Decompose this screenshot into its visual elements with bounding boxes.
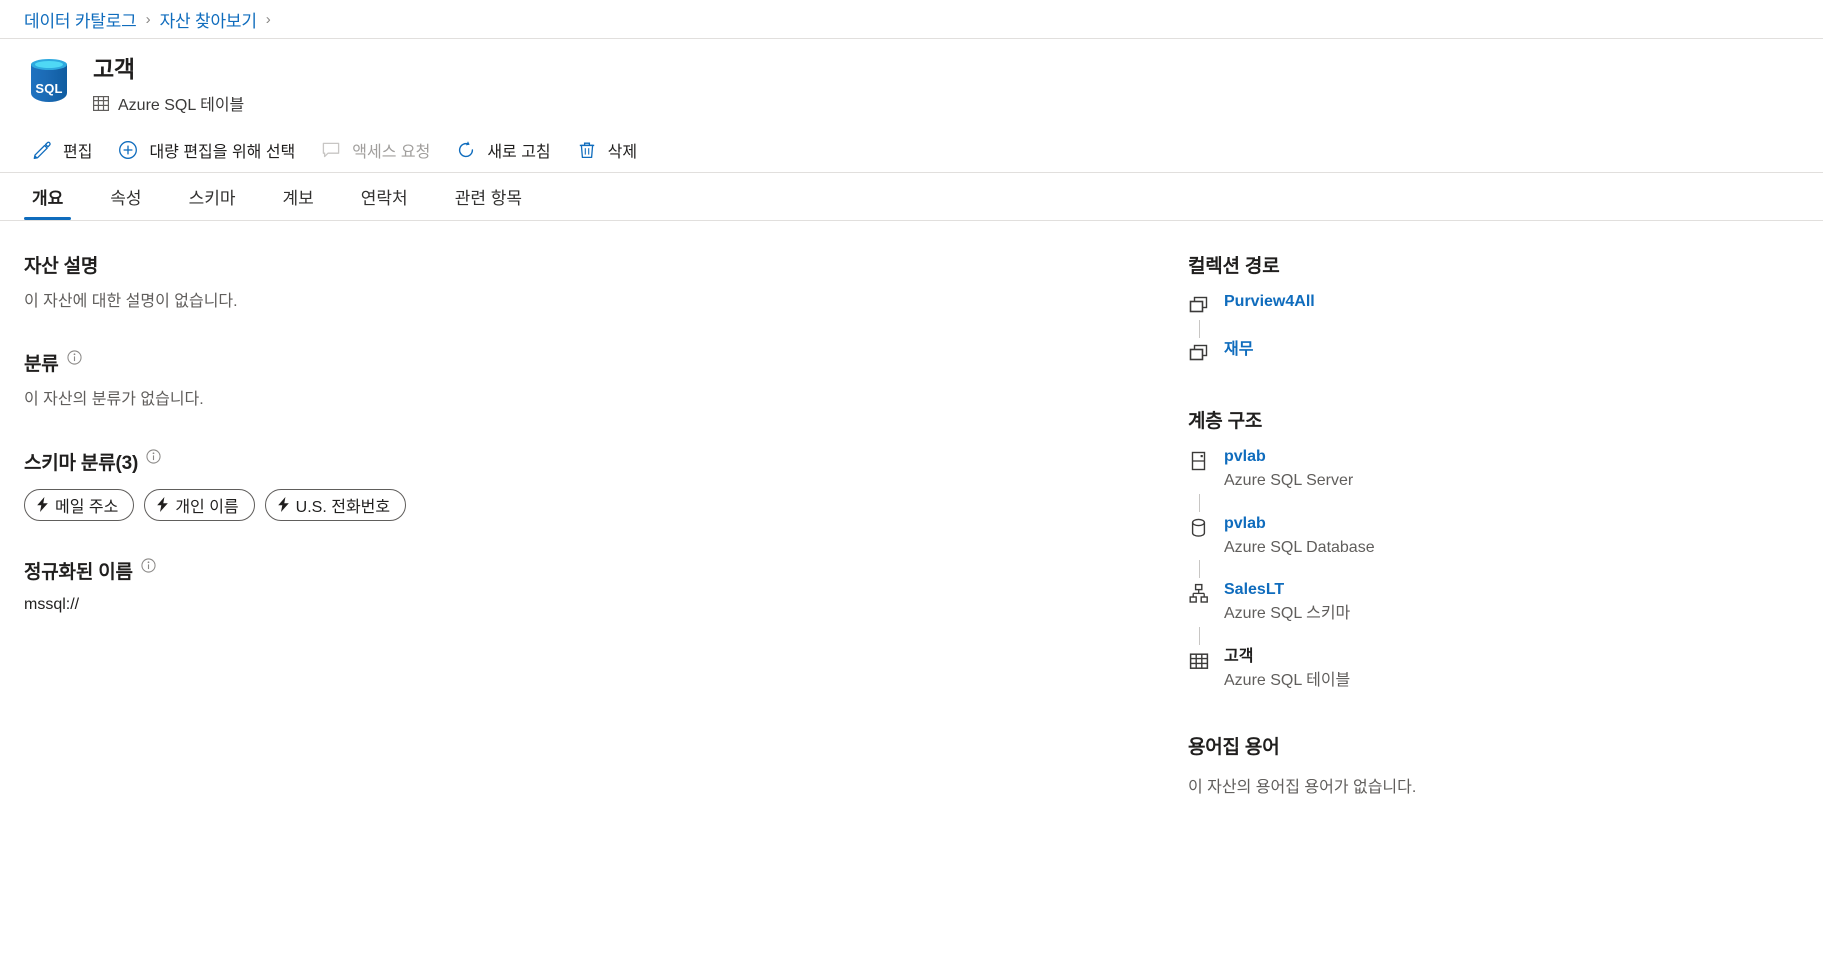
hierarchy-link-server[interactable]: pvlab (1224, 447, 1353, 468)
qualified-name-section: 정규화된 이름 mssql:// (24, 557, 1170, 614)
delete-button[interactable]: 삭제 (567, 133, 647, 167)
asset-type-label: Azure SQL 테이블 (118, 97, 245, 115)
classification-pill-label: 개인 이름 (175, 498, 239, 516)
refresh-button[interactable]: 새로 고침 (446, 133, 560, 167)
bolt-icon (157, 497, 169, 512)
info-icon[interactable] (66, 350, 82, 365)
pencil-icon (33, 141, 51, 160)
hierarchy-node-server[interactable]: pvlab Azure SQL Server (1188, 447, 1770, 492)
glossary-empty-text: 이 자산의 용어집 용어가 없습니다. (1188, 778, 1417, 796)
tab-contacts[interactable]: 연락처 (351, 184, 418, 220)
collection-path-link[interactable]: Purview4All (1224, 292, 1315, 313)
bulk-edit-button[interactable]: 대량 편집을 위해 선택 (108, 133, 305, 167)
breadcrumb-item-data-catalog[interactable]: 데이터 카탈로그 (24, 7, 137, 32)
classification-title-label: 분류 (24, 354, 59, 376)
classification-pill-label: 메일 주소 (55, 498, 119, 516)
tree-connector (1188, 560, 1210, 579)
info-icon[interactable] (141, 557, 156, 573)
schema-icon (1189, 584, 1208, 604)
classification-pill[interactable]: 메일 주소 (24, 488, 135, 521)
hierarchy-subtitle-schema: Azure SQL 스키마 (1224, 605, 1351, 623)
hierarchy-subtitle-table: Azure SQL 테이블 (1224, 671, 1351, 689)
collection-path-node[interactable]: 재무 (1188, 340, 1770, 366)
classification-empty: 이 자산의 분류가 없습니다. (24, 391, 204, 409)
glossary-title: 용어집 용어 (1188, 736, 1280, 758)
glossary-section: 용어집 용어 이 자산의 용어집 용어가 없습니다. (1188, 732, 1770, 797)
tree-connector (1188, 626, 1210, 645)
database-icon (1191, 518, 1206, 537)
collection-icon (1189, 344, 1208, 361)
info-icon[interactable] (146, 448, 161, 464)
classification-pill-label: U.S. 전화번호 (295, 498, 391, 516)
hierarchy-link-schema[interactable]: SalesLT (1224, 580, 1350, 601)
azure-sql-icon: SQL (24, 58, 74, 108)
hierarchy-link-database[interactable]: pvlab (1224, 514, 1375, 535)
refresh-icon (459, 141, 474, 158)
edit-button-label: 편집 (63, 144, 93, 162)
hierarchy-title: 계층 구조 (1188, 411, 1263, 433)
delete-button-label: 삭제 (607, 144, 638, 162)
breadcrumb-chevron-icon: › (145, 10, 151, 28)
azure-sql-icon-label: SQL (35, 81, 63, 96)
asset-description-section: 자산 설명 이 자산에 대한 설명이 없습니다. (24, 251, 1170, 313)
collection-path-section: 컬렉션 경로 Purview4All 재무 (1188, 251, 1770, 366)
collection-path-title: 컬렉션 경로 (1188, 256, 1280, 278)
qualified-name-title: 정규화된 이름 (24, 557, 1170, 584)
breadcrumb-item-browse-assets[interactable]: 자산 찾아보기 (160, 7, 257, 32)
tree-connector (1188, 320, 1210, 339)
breadcrumb-chevron-icon-2: › (265, 10, 271, 28)
table-grid-icon (93, 95, 109, 111)
schema-classification-title: 스키마 분류(3) (24, 448, 1170, 475)
collection-path-link[interactable]: 재무 (1224, 340, 1253, 361)
server-icon (1191, 451, 1206, 471)
hierarchy-current-table: 고객 (1224, 647, 1254, 665)
side-column: 컬렉션 경로 Purview4All 재무 계층 구조 pvlab Azure … (1170, 251, 1770, 836)
hierarchy-node-table: 고객 Azure SQL 테이블 (1188, 647, 1770, 692)
tab-schema[interactable]: 스키마 (179, 184, 246, 220)
refresh-button-label: 새로 고침 (487, 144, 551, 162)
asset-description-title: 자산 설명 (24, 256, 99, 278)
tree-connector (1188, 493, 1210, 512)
qualified-name-title-label: 정규화된 이름 (24, 561, 133, 583)
circle-plus-icon (119, 141, 138, 160)
classification-pill[interactable]: 개인 이름 (144, 488, 255, 521)
tab-related[interactable]: 관련 항목 (445, 184, 532, 220)
page-title: 고객 (93, 56, 135, 82)
table-icon (1189, 653, 1209, 669)
tab-bar: 개요 속성 스키마 계보 연락처 관련 항목 (0, 173, 1823, 222)
hierarchy-section: 계층 구조 pvlab Azure SQL Server pvlab Azure… (1188, 406, 1770, 691)
hierarchy-node-schema[interactable]: SalesLT Azure SQL 스키마 (1188, 580, 1770, 625)
comment-icon (323, 142, 340, 158)
hierarchy-subtitle-database: Azure SQL Database (1224, 538, 1375, 556)
bolt-icon (37, 497, 48, 512)
qualified-name-value: mssql:// (24, 595, 80, 613)
request-access-button-label: 액세스 요청 (352, 144, 431, 162)
schema-classification-title-label: 스키마 분류(3) (24, 452, 139, 474)
classification-title: 분류 (24, 349, 1170, 376)
command-bar: 편집 대량 편집을 위해 선택 액세스 요청 새로 고침 삭제 (0, 128, 1823, 174)
breadcrumb: 데이터 카탈로그 › 자산 찾아보기 › (0, 0, 1823, 39)
collection-icon (1189, 296, 1208, 313)
asset-type: Azure SQL 테이블 (93, 91, 244, 115)
schema-classification-section: 스키마 분류(3) 메일 주소 개인 이름 U.S. 전화번호 (24, 448, 1170, 521)
hierarchy-node-database[interactable]: pvlab Azure SQL Database (1188, 514, 1770, 559)
tab-properties[interactable]: 속성 (100, 184, 151, 220)
classification-section: 분류 이 자산의 분류가 없습니다. (24, 349, 1170, 411)
hierarchy-subtitle-server: Azure SQL Server (1224, 471, 1354, 489)
schema-classification-pills: 메일 주소 개인 이름 U.S. 전화번호 (24, 488, 1170, 521)
main-column: 자산 설명 이 자산에 대한 설명이 없습니다. 분류 이 자산의 분류가 없습… (0, 251, 1170, 836)
tab-overview[interactable]: 개요 (22, 184, 73, 221)
tab-lineage[interactable]: 계보 (272, 184, 323, 220)
request-access-button[interactable]: 액세스 요청 (311, 133, 440, 167)
trash-icon (579, 142, 594, 159)
bolt-icon (277, 497, 289, 512)
asset-description-empty: 이 자산에 대한 설명이 없습니다. (24, 293, 238, 311)
collection-path-node[interactable]: Purview4All (1188, 292, 1770, 318)
edit-button[interactable]: 편집 (22, 133, 102, 167)
classification-pill[interactable]: U.S. 전화번호 (264, 488, 407, 521)
overview-content: 자산 설명 이 자산에 대한 설명이 없습니다. 분류 이 자산의 분류가 없습… (0, 221, 1823, 836)
bulk-edit-button-label: 대량 편집을 위해 선택 (149, 144, 296, 162)
asset-header: SQL 고객 Azure SQL 테이블 (0, 39, 1823, 128)
